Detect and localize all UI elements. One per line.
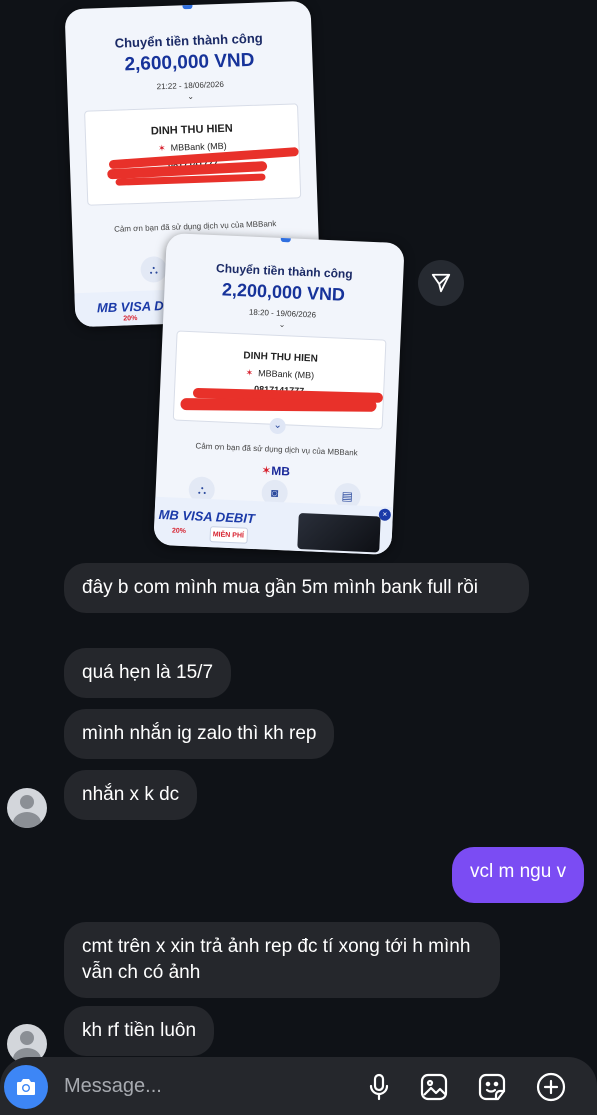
incoming-message[interactable]: kh rf tiền luôn	[64, 1006, 215, 1056]
receipt-top-mark	[182, 0, 193, 10]
close-icon: ×	[378, 508, 392, 521]
plus-icon	[536, 1072, 566, 1102]
incoming-message[interactable]: nhắn x k dc	[64, 770, 198, 820]
expand-icon: ⌄	[269, 417, 286, 435]
banner-free-chip: MIỄN PHÍ	[209, 526, 249, 544]
recipient-box: DINH THU HIEN ✶MBBank (MB) 0817141777 ⌄	[172, 330, 387, 435]
recipient-bank-label: MBBank (MB)	[257, 368, 315, 381]
message-input[interactable]	[64, 1071, 324, 1101]
voice-button[interactable]	[361, 1069, 397, 1105]
debit-card-image	[297, 512, 381, 553]
recipient-box: DINH THU HIEN ✶MBBank (MB) 0817141777	[84, 103, 302, 206]
visa-debit-banner: MB VISA DEBIT 20% MIỄN PHÍ ×	[153, 496, 394, 556]
message-composer	[0, 1057, 597, 1115]
share-button[interactable]	[418, 260, 464, 306]
recipient-name: DINH THU HIEN	[243, 350, 319, 365]
sender-avatar[interactable]	[7, 788, 47, 828]
recipient-bank-label: MBBank (MB)	[170, 140, 227, 153]
incoming-message[interactable]: đây b com mình mua gần 5m mình bank full…	[64, 563, 529, 613]
outgoing-message[interactable]: vcl m ngu v	[452, 847, 585, 903]
sticker-button[interactable]	[474, 1069, 510, 1105]
microphone-icon	[369, 1073, 389, 1101]
incoming-message[interactable]: quá hẹn là 15/7	[64, 648, 232, 698]
mbbank-logo-icon: ✶	[245, 367, 254, 378]
banner-discount: 20%	[171, 527, 187, 536]
sticker-icon	[478, 1073, 506, 1101]
receipt-amount: 2,600,000 VND	[124, 49, 255, 76]
banner-discount: 20%	[123, 315, 138, 323]
gallery-icon	[420, 1073, 448, 1101]
transfer-receipt-image-2[interactable]: Chuyển tiền thành công 2,200,000 VND 18:…	[153, 232, 405, 556]
receipt-thanks: Cảm ơn bạn đã sử dụng dịch vụ của MBBank	[113, 219, 277, 234]
redaction-mark	[180, 398, 377, 412]
camera-icon	[17, 1079, 35, 1095]
mb-logo-text: MB	[271, 463, 291, 479]
incoming-message[interactable]: mình nhắn ig zalo thì kh rep	[64, 709, 335, 759]
more-button[interactable]	[533, 1069, 569, 1105]
recipient-name: DINH THU HIEN	[150, 122, 233, 138]
banner-title: MB VISA DEBIT	[158, 506, 256, 527]
banner-free-label: MIỄN PHÍ	[212, 531, 245, 540]
share-icon: ⛬	[140, 255, 168, 283]
gallery-button[interactable]	[416, 1069, 452, 1105]
mbbank-logo-icon: ✶	[157, 142, 166, 154]
receipt-thanks: Cảm ơn bạn đã sử dụng dịch vụ của MBBank	[195, 441, 358, 458]
send-icon	[431, 273, 451, 293]
incoming-message[interactable]: cmt trên x xin trả ảnh rep đc tí xong tớ…	[64, 922, 500, 998]
camera-button[interactable]	[4, 1065, 48, 1109]
